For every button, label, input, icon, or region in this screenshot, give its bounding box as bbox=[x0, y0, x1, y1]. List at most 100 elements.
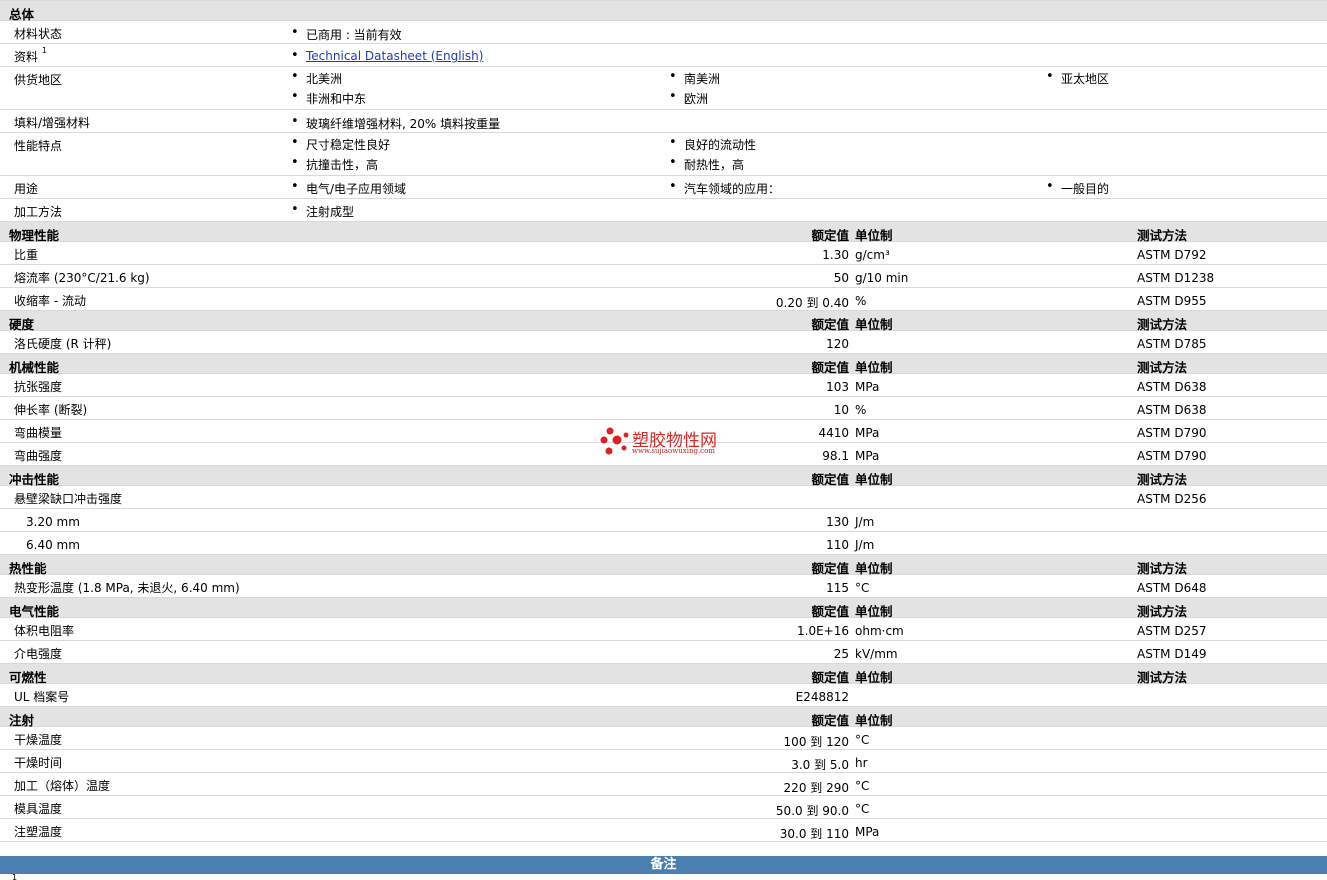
row-label: 加工方法 bbox=[14, 205, 63, 219]
property-label: 洛氏硬度 (R 计秤) bbox=[14, 337, 112, 351]
section-header-injection: 注射 额定值 单位制 bbox=[0, 707, 1327, 728]
property-method: ASTM D149 bbox=[1137, 647, 1207, 661]
property-value: 110 bbox=[826, 538, 849, 552]
property-value: 115 bbox=[826, 581, 849, 595]
property-row: UL 档案号 E248812 bbox=[0, 684, 1327, 707]
watermark-url: www.sujiaowuxing.com bbox=[632, 447, 715, 455]
footnote-number: 1 bbox=[12, 873, 18, 880]
property-unit: % bbox=[855, 403, 867, 417]
property-unit: °C bbox=[855, 802, 870, 816]
row-regions: 供货地区 北美洲 南美洲 亚太地区 非洲和中东 欧洲 bbox=[0, 67, 1327, 110]
region-item: 非洲和中东 bbox=[291, 89, 366, 107]
property-row: 体积电阻率 1.0E+16 ohm·cm ASTM D257 bbox=[0, 618, 1327, 641]
property-unit: % bbox=[855, 294, 867, 308]
property-value: 3.0 到 5.0 bbox=[791, 758, 849, 772]
property-row: 干燥时间 3.0 到 5.0 hr bbox=[0, 750, 1327, 773]
property-label: 加工（熔体）温度 bbox=[14, 779, 111, 793]
property-label: 抗张强度 bbox=[14, 380, 63, 394]
feature-item: 良好的流动性 bbox=[669, 135, 756, 153]
property-value: 220 到 290 bbox=[783, 781, 849, 795]
property-value: 120 bbox=[826, 337, 849, 351]
property-method: ASTM D648 bbox=[1137, 581, 1207, 595]
property-label: 伸长率 (断裂) bbox=[14, 403, 88, 417]
bullet-item: 注射成型 bbox=[291, 202, 354, 220]
property-value: 30.0 到 110 bbox=[779, 827, 849, 841]
property-method: ASTM D256 bbox=[1137, 492, 1207, 506]
bullet-item: 玻璃纤维增强材料, 20% 填料按重量 bbox=[291, 114, 500, 132]
use-item: 电气/电子应用领域 bbox=[291, 179, 406, 197]
property-label: 弯曲强度 bbox=[14, 449, 63, 463]
property-value: 4410 bbox=[818, 426, 849, 440]
property-row: 介电强度 25 kV/mm ASTM D149 bbox=[0, 641, 1327, 664]
feature-item: 尺寸稳定性良好 bbox=[291, 135, 390, 153]
property-label: 注塑温度 bbox=[14, 825, 63, 839]
property-subrow: 3.20 mm 130 J/m bbox=[0, 509, 1327, 532]
property-row: 比重 1.30 g/cm³ ASTM D792 bbox=[0, 242, 1327, 265]
row-label: 填料/增强材料 bbox=[14, 116, 91, 130]
property-label: UL 档案号 bbox=[14, 690, 70, 704]
property-row: 悬壁梁缺口冲击强度 ASTM D256 bbox=[0, 486, 1327, 509]
region-item: 南美洲 bbox=[669, 69, 720, 87]
region-item: 欧洲 bbox=[669, 89, 708, 107]
use-item: 一般目的 bbox=[1046, 179, 1109, 197]
property-method: ASTM D792 bbox=[1137, 248, 1207, 262]
row-label: 用途 bbox=[14, 182, 39, 196]
property-row: 干燥温度 100 到 120 °C bbox=[0, 727, 1327, 750]
row-features: 性能特点 尺寸稳定性良好 良好的流动性 抗撞击性，高 耐热性，高 bbox=[0, 133, 1327, 176]
watermark-logo: 塑胶物性网 www.sujiaowuxing.com bbox=[600, 426, 740, 460]
property-label: 比重 bbox=[14, 248, 39, 262]
section-header-mechanical: 机械性能 额定值 单位制 测试方法 bbox=[0, 354, 1327, 375]
feature-item: 抗撞击性，高 bbox=[291, 155, 378, 173]
property-label: 3.20 mm bbox=[26, 515, 80, 529]
property-label: 熔流率 (230°C/21.6 kg) bbox=[14, 271, 150, 285]
section-header-thermal: 热性能 额定值 单位制 测试方法 bbox=[0, 555, 1327, 576]
property-method: ASTM D1238 bbox=[1137, 271, 1215, 285]
property-unit: J/m bbox=[855, 538, 875, 552]
region-item: 亚太地区 bbox=[1046, 69, 1109, 87]
feature-item: 耐热性，高 bbox=[669, 155, 744, 173]
row-label: 供货地区 bbox=[14, 73, 63, 87]
property-value: E248812 bbox=[795, 690, 849, 704]
property-subrow: 6.40 mm 110 J/m bbox=[0, 532, 1327, 555]
datasheet: 总体 材料状态 已商用 : 当前有效 资料 1 Technical Datash… bbox=[0, 0, 1327, 880]
tds-link[interactable]: Technical Datasheet (English) bbox=[306, 49, 483, 63]
property-label: 6.40 mm bbox=[26, 538, 80, 552]
property-unit: hr bbox=[855, 756, 868, 770]
property-row: 收缩率 - 流动 0.20 到 0.40 % ASTM D955 bbox=[0, 288, 1327, 311]
row-documents: 资料 1 Technical Datasheet (English) bbox=[0, 44, 1327, 67]
row-process: 加工方法 注射成型 bbox=[0, 199, 1327, 222]
row-label: 性能特点 bbox=[14, 139, 63, 153]
property-method: ASTM D790 bbox=[1137, 426, 1207, 440]
property-row: 热变形温度 (1.8 MPa, 未退火, 6.40 mm) 115 °C AST… bbox=[0, 575, 1327, 598]
property-unit: kV/mm bbox=[855, 647, 898, 661]
property-value: 10 bbox=[833, 403, 849, 417]
property-label: 弯曲模量 bbox=[14, 426, 63, 440]
use-item: 汽车领域的应用： bbox=[669, 179, 780, 197]
property-unit: ohm·cm bbox=[855, 624, 904, 638]
property-value: 1.0E+16 bbox=[797, 624, 849, 638]
property-value: 130 bbox=[826, 515, 849, 529]
property-label: 干燥时间 bbox=[14, 756, 63, 770]
property-value: 50.0 到 90.0 bbox=[775, 804, 849, 818]
property-label: 收缩率 - 流动 bbox=[14, 294, 86, 308]
property-label: 体积电阻率 bbox=[14, 624, 75, 638]
property-row: 加工（熔体）温度 220 到 290 °C bbox=[0, 773, 1327, 796]
property-value: 100 到 120 bbox=[783, 735, 849, 749]
property-row: 注塑温度 30.0 到 110 MPa bbox=[0, 819, 1327, 842]
row-label: 资料 1 bbox=[14, 46, 47, 64]
property-method: ASTM D257 bbox=[1137, 624, 1207, 638]
property-unit: MPa bbox=[855, 380, 880, 394]
section-header-flammability: 可燃性 额定值 单位制 测试方法 bbox=[0, 664, 1327, 685]
property-method: ASTM D785 bbox=[1137, 337, 1207, 351]
row-filler: 填料/增强材料 玻璃纤维增强材料, 20% 填料按重量 bbox=[0, 110, 1327, 133]
section-header-general: 总体 bbox=[0, 1, 1327, 22]
property-row: 抗张强度 103 MPa ASTM D638 bbox=[0, 374, 1327, 397]
row-uses: 用途 电气/电子应用领域 汽车领域的应用： 一般目的 bbox=[0, 176, 1327, 199]
property-label: 模具温度 bbox=[14, 802, 63, 816]
notes-header: 备注 bbox=[0, 856, 1327, 874]
molecule-logo-icon bbox=[600, 427, 629, 455]
section-header-physical: 物理性能 额定值 单位制 测试方法 bbox=[0, 222, 1327, 243]
row-label: 材料状态 bbox=[14, 27, 63, 41]
property-method: ASTM D955 bbox=[1137, 294, 1207, 308]
property-unit: g/10 min bbox=[855, 271, 909, 285]
